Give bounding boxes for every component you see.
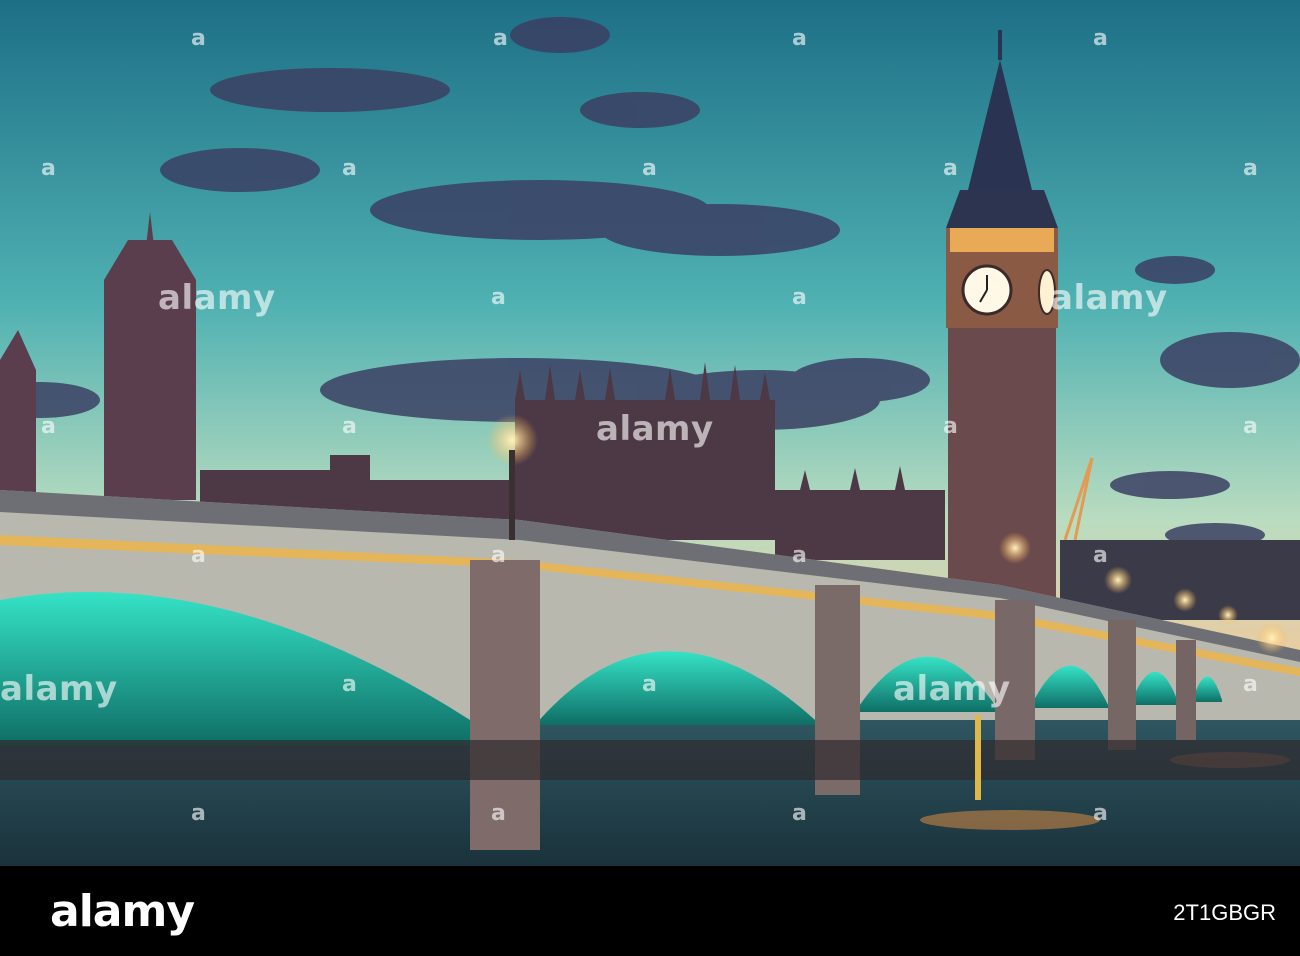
watermark-mark: a [792,285,807,310]
photo-frame: alamy alamy alamy alamy alamy a a a a a … [0,0,1300,956]
watermark-mark: a [491,543,506,568]
watermark-mark: a [642,672,657,697]
marker-post [975,715,981,800]
watermark-mark: a [1243,156,1258,181]
pier [1176,640,1196,740]
watermark-mark: a [493,26,508,51]
watermark: alamy [893,669,1011,709]
alamy-logo: alamy [50,886,195,937]
watermark-mark: a [41,156,56,181]
watermark-mark: a [491,801,506,826]
watermark-mark: a [943,414,958,439]
watermark-mark: a [1243,414,1258,439]
footer-bar: alamy 2T1GBGR [0,866,1300,956]
watermark: alamy [158,278,276,318]
watermark-mark: a [792,801,807,826]
watermark-mark: a [342,672,357,697]
watermark-mark: a [191,26,206,51]
watermark: alamy [0,669,118,709]
watermark-mark: a [342,414,357,439]
watermark: alamy [1050,278,1168,318]
watermark-mark: a [943,156,958,181]
stock-image-id: 2T1GBGR [1173,900,1276,925]
watermark-mark: a [792,543,807,568]
watermark-mark: a [1093,801,1108,826]
watermark: alamy [596,409,714,449]
pier [1108,620,1136,750]
watermark-mark: a [491,285,506,310]
watermark-mark: a [342,156,357,181]
watermark-mark: a [41,414,56,439]
watermark-mark: a [1243,672,1258,697]
watermark-mark: a [642,156,657,181]
watermark-mark: a [191,801,206,826]
watermark-mark: a [792,26,807,51]
watermark-mark: a [191,543,206,568]
westminster-photo: alamy alamy alamy alamy alamy a a a a a … [0,0,1300,866]
watermark-mark: a [1093,26,1108,51]
watermark-mark: a [1093,543,1108,568]
